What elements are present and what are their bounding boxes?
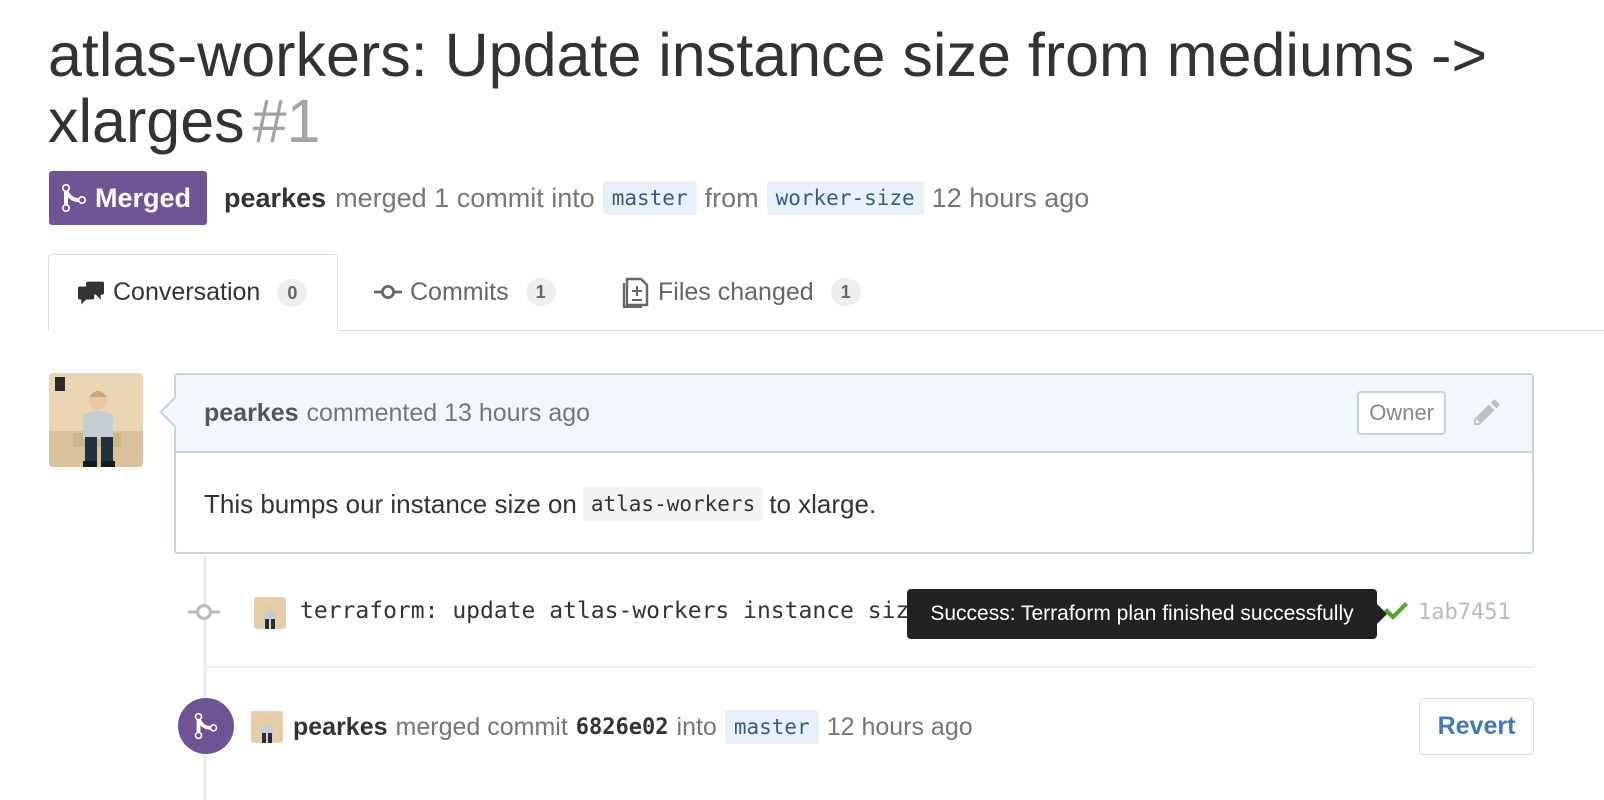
merged-state-label: Merged <box>95 182 192 213</box>
tab-files-changed[interactable]: Files changed 1 <box>622 254 861 330</box>
tab-commits-label: Commits <box>410 277 509 306</box>
git-commit-icon <box>188 600 220 629</box>
merge-into-text: into <box>676 712 717 741</box>
git-merge-icon <box>194 712 218 740</box>
check-icon[interactable] <box>1384 600 1408 627</box>
tab-conversation[interactable]: Conversation 0 <box>48 254 338 331</box>
merge-commit-sha-link[interactable]: 6826e02 <box>576 715 669 740</box>
commit-sha-link[interactable]: 1ab7451 <box>1418 600 1511 625</box>
tab-files-changed-label: Files changed <box>658 277 814 306</box>
comment-author-link[interactable]: pearkes <box>204 399 299 428</box>
pr-title: atlas-workers: Update instance size from… <box>48 22 1548 154</box>
base-branch[interactable]: master <box>602 181 697 215</box>
comment-discussion-icon <box>78 281 104 304</box>
merge-event-line: pearkes merged commit 6826e02 into maste… <box>251 710 973 744</box>
tab-commits-count: 1 <box>525 278 556 306</box>
avatar[interactable] <box>254 597 286 629</box>
avatar[interactable] <box>251 711 283 743</box>
owner-label: Owner <box>1357 391 1446 435</box>
pr-author-link[interactable]: pearkes <box>224 183 326 214</box>
comment-header: pearkes commented 13 hours ago Owner <box>176 375 1532 453</box>
comment-text-before: This bumps our instance size on <box>204 488 577 519</box>
merge-event-badge <box>178 698 234 754</box>
status-tooltip: Success: Terraform plan finished success… <box>907 589 1377 639</box>
comment-timestamp[interactable]: commented 13 hours ago <box>307 399 591 428</box>
merge-base-branch[interactable]: master <box>724 710 819 744</box>
merge-author-link[interactable]: pearkes <box>293 713 388 742</box>
tab-files-changed-count: 1 <box>830 278 861 306</box>
status-tooltip-arrow <box>1376 603 1387 625</box>
from-text: from <box>704 182 759 213</box>
merge-action-text: merged commit <box>395 712 568 741</box>
comment-box: pearkes commented 13 hours ago Owner Thi… <box>174 373 1534 554</box>
merged-state-badge: Merged <box>49 171 208 225</box>
git-commit-icon <box>374 284 402 300</box>
revert-button[interactable]: Revert <box>1419 698 1534 755</box>
avatar[interactable] <box>49 373 143 467</box>
head-branch[interactable]: worker-size <box>766 181 924 215</box>
tab-commits[interactable]: Commits 1 <box>374 254 556 330</box>
pr-number: #1 <box>252 87 321 155</box>
file-diff-icon <box>622 277 649 308</box>
timeline-divider <box>207 666 1534 668</box>
pr-time: 12 hours ago <box>931 182 1090 213</box>
pr-tabs: Conversation 0 Commits 1 Files changed 1 <box>48 254 1604 331</box>
tab-conversation-label: Conversation <box>113 278 261 306</box>
pr-action-text: merged 1 commit into <box>335 182 595 213</box>
git-merge-icon <box>62 183 86 213</box>
pr-meta: Merged pearkes merged 1 commit into mast… <box>49 170 1089 226</box>
comment-inline-code: atlas-workers <box>582 487 764 521</box>
tab-conversation-count: 0 <box>277 278 308 307</box>
comment-arrow-inner <box>162 398 176 426</box>
merge-time[interactable]: 12 hours ago <box>827 713 973 742</box>
pencil-icon[interactable] <box>1472 397 1502 434</box>
comment-text-after: to xlarge. <box>769 488 877 519</box>
avatar-photo <box>49 373 143 467</box>
comment-body: This bumps our instance size on atlas-wo… <box>176 453 1532 555</box>
